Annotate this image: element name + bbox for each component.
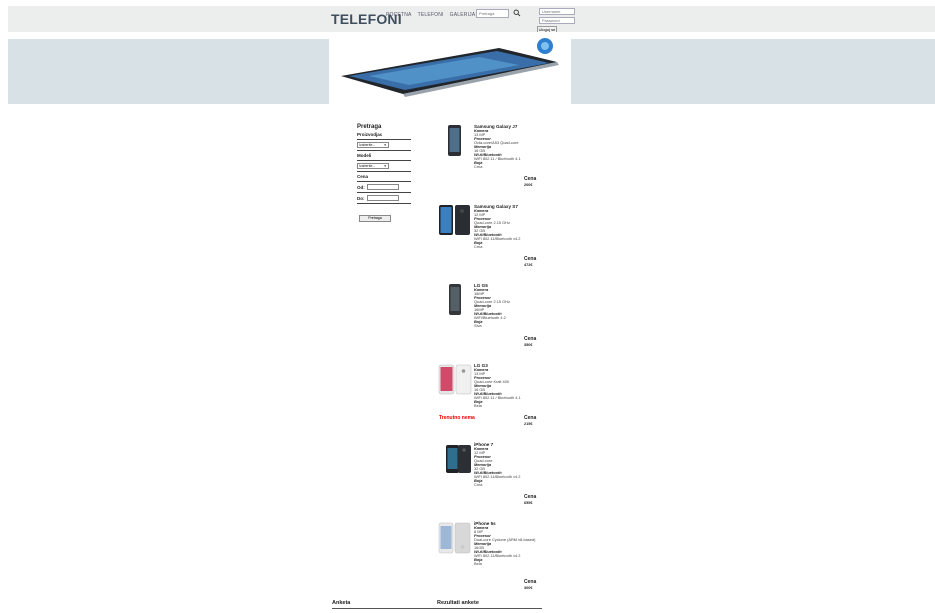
price-from-input[interactable] bbox=[367, 184, 399, 190]
model-label: Modeli bbox=[357, 153, 372, 158]
product-image[interactable] bbox=[438, 363, 472, 397]
divider bbox=[357, 139, 411, 140]
divider bbox=[357, 171, 411, 172]
price-to-label: Do: bbox=[357, 195, 365, 201]
product-image[interactable] bbox=[438, 204, 472, 238]
product-price: 200€ bbox=[524, 183, 533, 187]
product-image[interactable] bbox=[438, 442, 472, 476]
filter-title: Pretraga bbox=[357, 124, 382, 130]
survey-results-heading: Rezultati ankete bbox=[437, 600, 479, 606]
product-price: 300€ bbox=[524, 586, 533, 590]
spec-value: Siva bbox=[474, 323, 482, 328]
nav-link-home[interactable]: POCETNA bbox=[386, 12, 412, 18]
survey-heading: Anketa bbox=[332, 600, 351, 606]
product-image[interactable] bbox=[438, 521, 472, 555]
spec-value: Crna bbox=[474, 482, 483, 487]
product-price: 472€ bbox=[524, 263, 533, 267]
manufacturer-select[interactable]: Izaberite... ▾ bbox=[357, 142, 389, 148]
price-to-input[interactable] bbox=[367, 195, 399, 201]
spec-value: Bela bbox=[474, 561, 482, 566]
price-label: Cena bbox=[524, 579, 537, 585]
chevron-down-icon: ▾ bbox=[384, 143, 386, 147]
nav-link-gallery[interactable]: GALERIJA bbox=[450, 12, 476, 18]
model-select[interactable]: Izaberite... ▾ bbox=[357, 163, 389, 169]
header-bar bbox=[8, 6, 935, 32]
price-label: Cena bbox=[524, 176, 537, 182]
price-label: Cena bbox=[524, 256, 537, 262]
model-select-value: Izaberite... bbox=[359, 164, 376, 168]
price-label: Cena bbox=[524, 494, 537, 500]
username-field[interactable] bbox=[539, 8, 575, 15]
filter-panel: Pretraga Proizvodjac Izaberite... ▾ Model… bbox=[357, 124, 411, 224]
product-price: 655€ bbox=[524, 501, 533, 505]
search-icon[interactable] bbox=[513, 9, 521, 17]
password-field[interactable] bbox=[539, 17, 575, 24]
product-price: 350€ bbox=[524, 343, 533, 347]
chevron-down-icon: ▾ bbox=[384, 164, 386, 168]
divider bbox=[357, 160, 411, 161]
nav-link-phones[interactable]: TELEFONI bbox=[418, 12, 444, 18]
divider bbox=[357, 203, 411, 204]
product-image[interactable] bbox=[438, 124, 472, 158]
price-label: Cena bbox=[524, 415, 537, 421]
manufacturer-label: Proizvodjac bbox=[357, 132, 383, 137]
spec-value: Bela bbox=[474, 403, 482, 408]
price-label: Cena bbox=[524, 336, 537, 342]
product-price: 215€ bbox=[524, 422, 533, 426]
divider bbox=[357, 192, 411, 193]
product-image[interactable] bbox=[438, 283, 472, 317]
spec-value: Crna bbox=[474, 164, 483, 169]
filter-search-button[interactable]: Pretraga bbox=[359, 215, 391, 222]
divider bbox=[332, 608, 542, 609]
divider bbox=[357, 181, 411, 182]
divider bbox=[357, 150, 411, 151]
price-label: Cena bbox=[357, 174, 369, 179]
spec-value: Crna bbox=[474, 244, 483, 249]
manufacturer-select-value: Izaberite... bbox=[359, 143, 376, 147]
main-nav: POCETNA TELEFONI GALERIJA bbox=[386, 12, 475, 18]
search-input[interactable] bbox=[476, 9, 509, 18]
hero-phone-image bbox=[341, 38, 559, 97]
hero-banner bbox=[329, 32, 571, 104]
price-from-label: Od: bbox=[357, 184, 365, 190]
out-of-stock-badge: Trenutno nema bbox=[439, 415, 475, 421]
